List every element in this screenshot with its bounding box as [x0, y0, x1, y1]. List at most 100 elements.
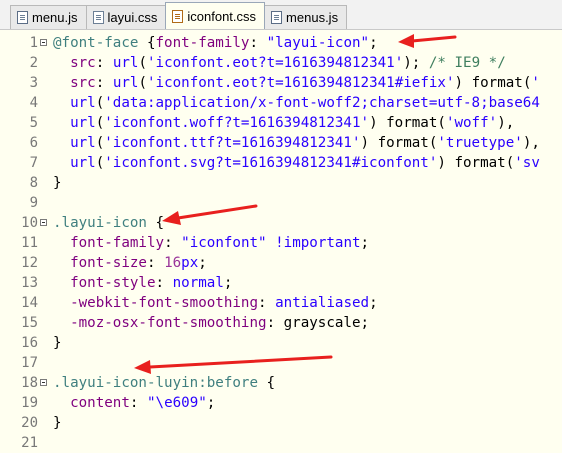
code-line[interactable]: 1 @font-face {font-family: "layui-icon";	[0, 33, 562, 53]
code-token: 'sv	[514, 155, 540, 171]
fold-toggle-icon[interactable]	[40, 39, 47, 46]
file-icon	[92, 11, 104, 24]
code-text: font-size: 16px;	[53, 253, 207, 273]
code-text: src: url('iconfont.eot?t=1616394812341')…	[53, 53, 506, 73]
code-line[interactable]: 21	[0, 433, 562, 453]
code-line[interactable]: 2 src: url('iconfont.eot?t=1616394812341…	[0, 53, 562, 73]
code-line[interactable]: 10 .layui-icon {	[0, 213, 562, 233]
code-token: :	[155, 275, 173, 291]
code-token: url	[70, 155, 96, 171]
tab-layui-css[interactable]: layui.css	[85, 5, 167, 29]
code-line[interactable]: 6 url('iconfont.ttf?t=1616394812341') fo…	[0, 133, 562, 153]
tab-menus-js[interactable]: menus.js	[264, 5, 348, 29]
code-text: url('data:application/x-font-woff2;chars…	[53, 93, 540, 113]
code-token: '	[531, 75, 540, 91]
code-token: ;	[369, 295, 378, 311]
code-token: url	[70, 135, 96, 151]
code-token: 'woff'	[445, 115, 498, 131]
code-line[interactable]: 9	[0, 193, 562, 213]
code-line[interactable]: 18 .layui-icon-luyin:before {	[0, 373, 562, 393]
code-line[interactable]: 17	[0, 353, 562, 373]
code-token: :	[95, 55, 113, 71]
code-token: url	[112, 75, 139, 91]
line-number: 6	[29, 135, 38, 151]
line-number: 19	[21, 395, 38, 411]
code-token: (	[95, 95, 105, 111]
code-editor[interactable]: 1 @font-face {font-family: "layui-icon"; 2…	[0, 30, 562, 451]
tab-label: layui.css	[107, 10, 158, 25]
code-line[interactable]: 16}	[0, 333, 562, 353]
line-number: 9	[29, 195, 38, 211]
code-token: :	[95, 75, 113, 91]
code-token: ;	[206, 395, 216, 411]
code-token: ) format(	[369, 115, 446, 131]
code-line[interactable]: 20}	[0, 413, 562, 433]
tab-label: menus.js	[286, 10, 339, 25]
code-text: font-family: "iconfont" !important;	[53, 233, 369, 253]
code-token: }	[53, 175, 62, 191]
tab-iconfont-css[interactable]: iconfont.css	[165, 2, 266, 29]
code-line[interactable]: 3 src: url('iconfont.eot?t=1616394812341…	[0, 73, 562, 93]
line-number: 3	[29, 75, 38, 91]
code-token: ) format(	[454, 75, 532, 91]
code-line[interactable]: 12 font-size: 16px;	[0, 253, 562, 273]
line-number: 10	[21, 215, 38, 231]
code-text: }	[53, 333, 62, 353]
code-token: 'iconfont.svg?t=1616394812341#iconfont'	[104, 155, 438, 171]
code-line[interactable]: 5 url('iconfont.woff?t=1616394812341') f…	[0, 113, 562, 133]
code-line[interactable]: 8}	[0, 173, 562, 193]
line-number: 17	[21, 355, 38, 371]
code-token: (	[95, 155, 105, 171]
code-token: url	[112, 55, 139, 71]
code-token: 'iconfont.ttf?t=1616394812341'	[104, 135, 361, 151]
fold-toggle-icon[interactable]	[40, 219, 47, 226]
code-token: font-size	[70, 255, 147, 271]
code-token: @font-face	[53, 35, 139, 51]
code-token: "\e609"	[146, 395, 207, 411]
code-token: normal	[172, 275, 224, 291]
code-token: content	[70, 395, 130, 411]
tab-menu-js[interactable]: menu.js	[10, 5, 87, 29]
line-number: 14	[21, 295, 38, 311]
code-text: url('iconfont.svg?t=1616394812341#iconfo…	[53, 153, 540, 173]
code-text: src: url('iconfont.eot?t=1616394812341#i…	[53, 73, 540, 93]
code-line[interactable]: 13 font-style: normal;	[0, 273, 562, 293]
line-number: 1	[29, 35, 38, 51]
code-text: font-style: normal;	[53, 273, 232, 293]
fold-toggle-icon[interactable]	[40, 379, 47, 386]
line-number: 20	[21, 415, 38, 431]
code-token: .layui-icon-luyin:before	[53, 375, 258, 391]
code-token: ;	[369, 35, 378, 51]
code-line[interactable]: 7 url('iconfont.svg?t=1616394812341#icon…	[0, 153, 562, 173]
code-token: ),	[497, 115, 515, 131]
code-token: :	[249, 35, 267, 51]
line-number: 21	[21, 435, 38, 451]
code-token: (	[138, 75, 147, 91]
code-line[interactable]: 4 url('data:application/x-font-woff2;cha…	[0, 93, 562, 113]
code-token: src	[70, 55, 96, 71]
code-line[interactable]: 11 font-family: "iconfont" !important;	[0, 233, 562, 253]
code-token: url	[70, 115, 96, 131]
line-number: 11	[21, 235, 38, 251]
code-line[interactable]: 19 content: "\e609";	[0, 393, 562, 413]
code-text: }	[53, 173, 62, 193]
code-line[interactable]: 14 -webkit-font-smoothing: antialiased;	[0, 293, 562, 313]
code-token: font-style	[70, 275, 156, 291]
code-token: :	[258, 295, 276, 311]
code-text: .layui-icon-luyin:before {	[53, 373, 275, 393]
code-token: ;	[198, 255, 207, 271]
code-line[interactable]: 15 -moz-osx-font-smoothing: grayscale;	[0, 313, 562, 333]
code-token: );	[403, 55, 429, 71]
code-text: -moz-osx-font-smoothing: grayscale;	[53, 313, 369, 333]
code-token: ;	[360, 235, 370, 251]
line-number: 5	[29, 115, 38, 131]
code-token: }	[53, 335, 62, 351]
code-text: -webkit-font-smoothing: antialiased;	[53, 293, 378, 313]
line-number: 2	[29, 55, 38, 71]
